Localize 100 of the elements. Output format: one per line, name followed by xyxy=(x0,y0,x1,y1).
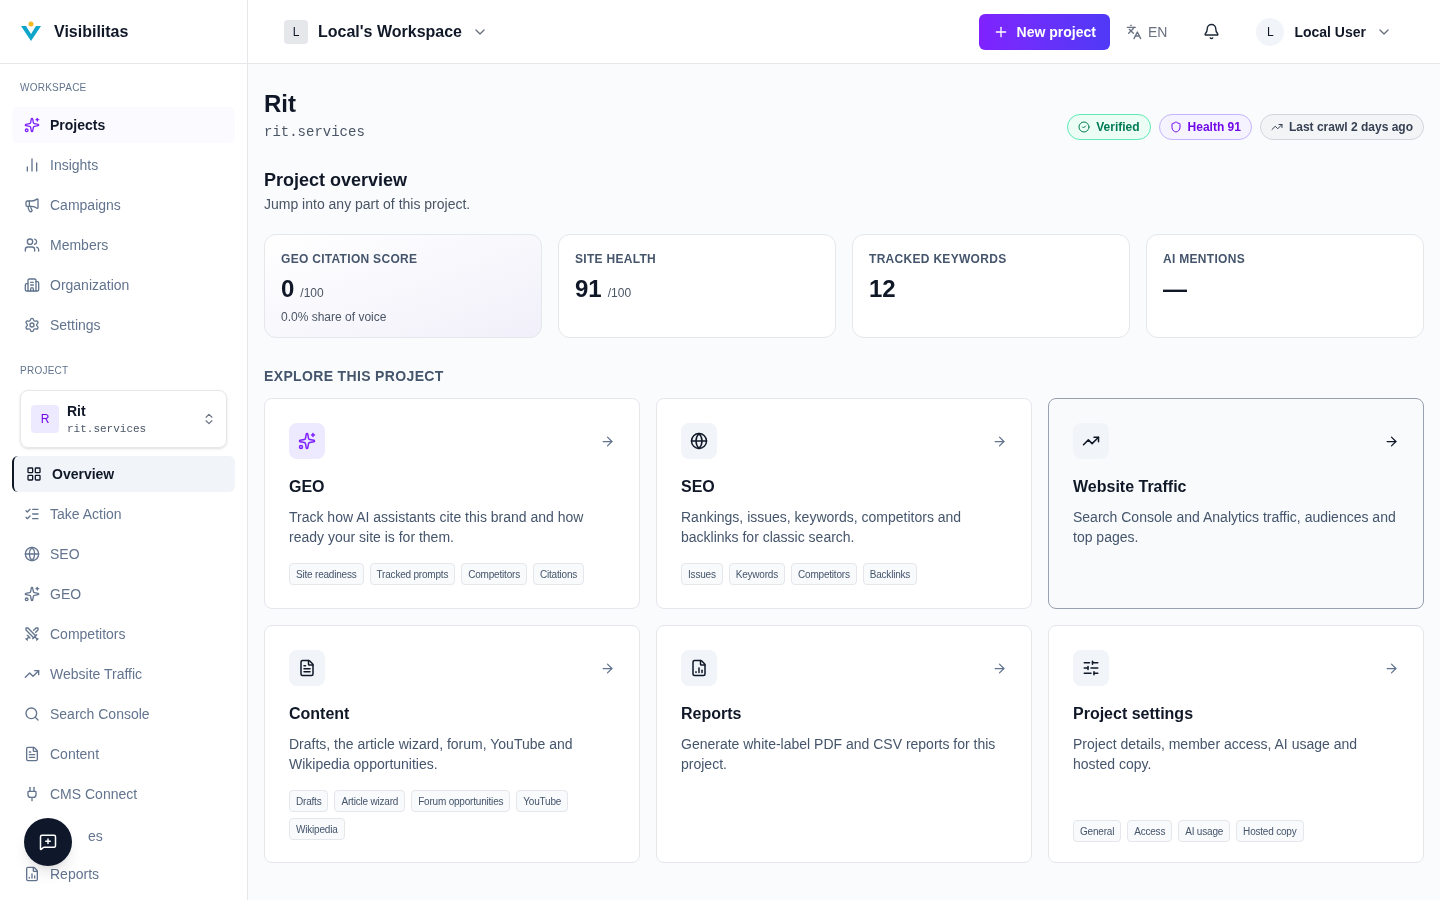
sidebar-item[interactable]: SEO xyxy=(12,536,235,572)
plug-icon xyxy=(24,786,40,802)
workspace-avatar: L xyxy=(284,19,308,44)
feature-card[interactable]: Content Drafts, the article wizard, forum, YouTube and Wikipedia opportunities. Drafts Article wizard Forum opportunities YouTube Wikipedia xyxy=(264,625,640,863)
sidebar-item[interactable]: Content xyxy=(12,736,235,772)
sidebar-item[interactable]: Projects xyxy=(12,107,235,143)
notifications-icon[interactable] xyxy=(1203,23,1221,40)
status-badge: Health 91 xyxy=(1158,114,1252,140)
card-tag[interactable]: Hosted copy xyxy=(1236,820,1304,842)
chat-button[interactable] xyxy=(24,818,72,866)
project-domain: rit.services xyxy=(67,421,148,437)
sidebar-item[interactable]: Website Traffic xyxy=(12,656,235,692)
stat-label: AI MENTIONS xyxy=(1163,251,1246,267)
stat-label: GEO CITATION SCORE xyxy=(281,251,419,267)
card-tag[interactable]: Site readiness xyxy=(289,563,364,585)
sliders-icon xyxy=(1082,659,1100,677)
card-tag[interactable]: Backlinks xyxy=(862,563,918,585)
card-tag[interactable]: Citations xyxy=(532,563,585,585)
sidebar-item[interactable]: Search Console xyxy=(12,696,235,732)
card-tag[interactable]: YouTube xyxy=(516,790,569,812)
sidebar-item[interactable]: Campaigns xyxy=(12,187,235,223)
card-tag[interactable]: AI usage xyxy=(1178,820,1231,842)
stat-label: SITE HEALTH xyxy=(575,251,658,267)
project-switcher[interactable]: R Rit rit.services xyxy=(20,390,227,448)
project-name: Rit xyxy=(67,401,87,421)
card-tag[interactable]: Keywords xyxy=(728,563,785,585)
project-domain: rit.services xyxy=(264,123,365,142)
globe-icon xyxy=(24,546,40,562)
explore-heading: EXPLORE THIS PROJECT xyxy=(264,367,445,386)
card-tag[interactable]: Forum opportunities xyxy=(411,790,511,812)
card-tag[interactable]: Issues xyxy=(681,563,723,585)
sidebar-item[interactable]: Reports xyxy=(12,856,235,892)
card-title: Reports xyxy=(681,704,743,724)
sparkle-icon xyxy=(24,117,40,133)
card-title: GEO xyxy=(289,477,326,497)
sidebar-item[interactable]: Overview xyxy=(12,456,235,492)
user-avatar: L xyxy=(1256,17,1285,46)
card-title: SEO xyxy=(681,477,716,497)
card-tag[interactable]: General xyxy=(1073,820,1122,842)
sidebar-item[interactable]: es xyxy=(86,826,105,846)
feature-card[interactable]: Reports Generate white-label PDF and CSV reports for this project. xyxy=(656,625,1032,863)
feature-card[interactable]: GEO Track how AI assistants cite this brand and how ready your site is for them. Site readiness Tracked prompts Competitors Citations xyxy=(264,398,640,609)
sidebar-item[interactable]: Members xyxy=(12,227,235,263)
arrow-icon xyxy=(1384,660,1399,676)
workspace-switcher[interactable]: L Local's Workspace xyxy=(284,19,488,44)
card-description: Generate white-label PDF and CSV reports for this project. xyxy=(681,735,997,774)
section-heading: Project overview xyxy=(264,169,409,192)
stat-label: TRACKED KEYWORDS xyxy=(869,251,1008,267)
card-description: Search Console and Analytics traffic, audiences and top pages. xyxy=(1073,508,1397,547)
document-icon xyxy=(24,746,40,762)
card-title: Website Traffic xyxy=(1073,477,1188,497)
arrow-icon xyxy=(992,660,1007,676)
logo-icon xyxy=(20,20,42,43)
stat-value: 91 xyxy=(575,274,602,304)
checklist-icon xyxy=(24,506,40,522)
bar-chart-icon xyxy=(24,157,40,173)
feature-card[interactable]: SEO Rankings, issues, keywords, competitors and backlinks for classic search. Issues Keywords Competitors Backlinks xyxy=(656,398,1032,609)
sidebar-item[interactable]: Settings xyxy=(12,307,235,343)
status-badge: Verified xyxy=(1067,114,1151,140)
arrow-icon xyxy=(600,433,615,449)
sidebar-item[interactable]: Competitors xyxy=(12,616,235,652)
card-tag[interactable]: Access xyxy=(1127,820,1173,842)
search-icon xyxy=(24,706,40,722)
document-icon xyxy=(298,659,316,677)
stat-value: 0 xyxy=(281,274,295,304)
arrow-icon xyxy=(600,660,615,676)
sidebar-item[interactable]: Insights xyxy=(12,147,235,183)
check-circle-icon xyxy=(1078,121,1091,133)
card-title: Project settings xyxy=(1073,704,1195,724)
status-badge: Last crawl 2 days ago xyxy=(1259,114,1424,140)
chat-icon xyxy=(39,833,57,851)
arrow-icon xyxy=(1384,433,1399,449)
translate-icon xyxy=(1125,23,1142,40)
settings-icon xyxy=(24,317,40,333)
stat-suffix: /100 xyxy=(607,285,632,301)
section-label: WORKSPACE xyxy=(19,81,88,95)
section-label: PROJECT xyxy=(19,364,70,378)
shield-icon xyxy=(1169,121,1182,133)
sidebar-item[interactable]: Organization xyxy=(12,267,235,303)
card-description: Track how AI assistants cite this brand and how ready your site is for them. xyxy=(289,508,585,547)
user-menu[interactable]: L Local User xyxy=(1256,17,1392,46)
sidebar-item[interactable]: Take Action xyxy=(12,496,235,532)
sidebar-item[interactable]: CMS Connect xyxy=(12,776,235,812)
card-description: Rankings, issues, keywords, competitors and backlinks for classic search. xyxy=(681,508,963,547)
card-tag[interactable]: Article wizard xyxy=(334,790,406,812)
grid-icon xyxy=(26,466,42,482)
card-tag[interactable]: Competitors xyxy=(461,563,527,585)
card-tag[interactable]: Drafts xyxy=(289,790,329,812)
feature-card[interactable]: Website Traffic Search Console and Analytics traffic, audiences and top pages. xyxy=(1048,398,1424,609)
feature-card[interactable]: Project settings Project details, member access, AI usage and hosted copy. General Access AI usage Hosted copy xyxy=(1048,625,1424,863)
section-subheading: Jump into any part of this project. xyxy=(264,195,472,214)
report-icon xyxy=(24,866,40,882)
new-project-button[interactable]: New project xyxy=(978,13,1110,50)
language-button[interactable]: EN xyxy=(1125,21,1168,42)
card-tag[interactable]: Tracked prompts xyxy=(369,563,456,585)
card-tag[interactable]: Competitors xyxy=(791,563,857,585)
sidebar-item[interactable]: GEO xyxy=(12,576,235,612)
stat-suffix: /100 xyxy=(300,285,324,301)
report-icon xyxy=(690,659,708,677)
card-tag[interactable]: Wikipedia xyxy=(289,818,345,840)
